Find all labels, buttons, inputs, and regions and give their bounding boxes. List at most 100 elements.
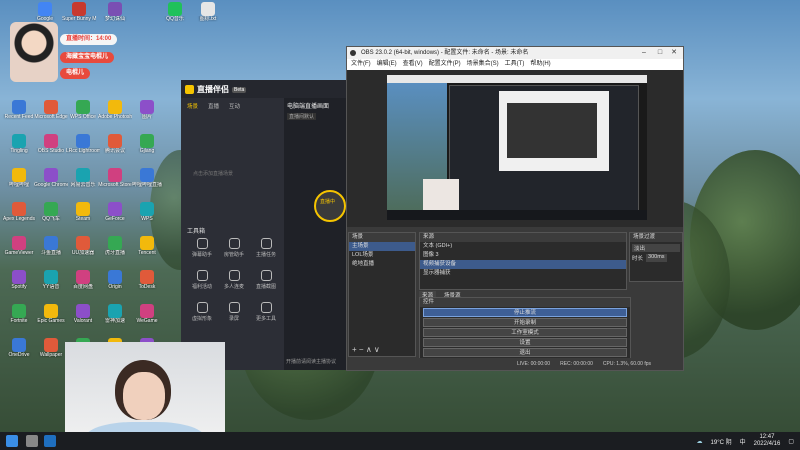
app-icon <box>76 134 90 148</box>
minimize-icon[interactable]: – <box>637 47 651 59</box>
desktop-icon[interactable]: WPS Office <box>68 100 98 130</box>
duration-input[interactable]: 300ms <box>646 254 667 262</box>
add-icon[interactable]: + <box>352 345 357 354</box>
scene-item[interactable]: 主场景 <box>349 242 415 251</box>
desktop-icon[interactable]: Microsoft Store <box>98 168 132 198</box>
desktop-icon[interactable]: Apex Legends <box>3 202 35 232</box>
desktop-icon[interactable]: 虎牙直播 <box>100 236 130 266</box>
tool-icon <box>196 238 208 249</box>
desktop-icon[interactable]: GeForce <box>100 202 130 232</box>
desktop-icon[interactable]: Recent Feed <box>4 100 34 130</box>
zhibo-app-window: 直播伴侣 Beta 场景 直播 互动 点击添加直播场景 工具箱 弹幕助手 房管助手… <box>181 80 346 370</box>
transition-select[interactable]: 淡出 <box>632 244 680 252</box>
tab-scene[interactable]: 场景 <box>187 102 198 110</box>
desktop-icon[interactable]: OneDrive <box>4 338 34 368</box>
scene-item[interactable]: 绝地直播 <box>349 260 415 269</box>
studio-mode-button[interactable]: 工作室模式 <box>423 328 627 337</box>
clock[interactable]: 12:47 2022/4/16 <box>754 434 781 448</box>
desktop-icon[interactable]: 雷神加速 <box>100 304 130 334</box>
desktop-icon[interactable]: 哔哩哔哩 <box>4 168 34 198</box>
desktop-shortcut[interactable]: Super Bunny Man <box>62 2 96 32</box>
desktop-icon[interactable]: 腾讯会议 <box>100 134 130 164</box>
menu-tools[interactable]: 工具(T) <box>505 59 525 70</box>
desktop-icon[interactable]: WeGame <box>132 304 162 334</box>
source-item[interactable]: 文本 (GDI+) <box>420 242 626 251</box>
tool-button[interactable]: 主播任务 <box>251 238 281 258</box>
desktop-icon[interactable]: Adobe Photoshop <box>98 100 132 130</box>
app-icon <box>44 338 58 352</box>
up-icon[interactable]: ∧ <box>366 345 372 354</box>
weather-text[interactable]: 19°C 阴 <box>711 437 732 446</box>
music-icon <box>168 2 182 16</box>
maximize-icon[interactable]: □ <box>653 47 667 59</box>
desktop-icon[interactable]: OBS Studio <box>36 134 66 164</box>
source-item[interactable]: 视频捕获设备 <box>420 260 626 269</box>
clock-date: 2022/4/16 <box>753 441 781 447</box>
desktop-icon[interactable]: Tencent <box>132 236 162 266</box>
desktop-shortcut[interactable]: 梦幻诛仙 <box>100 2 130 32</box>
tool-button[interactable]: 虚拟形象 <box>187 302 217 322</box>
tool-button[interactable]: 弹幕助手 <box>187 238 217 258</box>
zhibo-right-panel: 电脑端直播画面 直播间默认 直播中 <box>284 98 346 370</box>
down-icon[interactable]: ∨ <box>374 345 380 354</box>
windows-start-icon[interactable] <box>6 435 18 447</box>
menu-help[interactable]: 帮助(H) <box>530 59 550 70</box>
source-item[interactable]: 显示器捕获 <box>420 269 626 278</box>
tab-live[interactable]: 直播 <box>208 102 219 110</box>
desktop-icon[interactable]: Google Chrome <box>34 168 68 198</box>
close-icon[interactable]: ✕ <box>667 47 681 59</box>
desktop-icon[interactable]: UU加速器 <box>68 236 98 266</box>
desktop-icon[interactable]: 斗鱼直播 <box>36 236 66 266</box>
steam-icon[interactable] <box>44 435 56 447</box>
desktop-icon[interactable]: QQ飞车 <box>36 202 66 232</box>
menu-edit[interactable]: 编辑(E) <box>377 59 397 70</box>
desktop-icon[interactable]: Spotify <box>4 270 34 300</box>
tool-button[interactable]: 更多工具 <box>251 302 281 322</box>
system-tray: ☁ 19°C 阴 中 12:47 2022/4/16 ▢ <box>697 432 794 450</box>
desktop-icon[interactable]: ToDesk <box>132 270 162 300</box>
desktop-icon[interactable]: 哔哩哔哩直播 <box>132 168 162 198</box>
notification-icon[interactable]: ▢ <box>788 438 794 445</box>
desktop-icon[interactable]: Valorant <box>68 304 98 334</box>
desktop-icon[interactable]: Epic Games <box>36 304 66 334</box>
source-item[interactable]: 图像 3 <box>420 251 626 260</box>
desktop-icon[interactable]: Microsoft Edge <box>34 100 68 130</box>
desktop-icon[interactable]: 图片 <box>132 100 162 130</box>
tab-interact[interactable]: 互动 <box>229 102 240 110</box>
exit-button[interactable]: 退出 <box>423 348 627 357</box>
go-live-circle[interactable] <box>314 190 346 222</box>
search-icon[interactable] <box>26 435 38 447</box>
scene-item[interactable]: LOL场景 <box>349 251 415 260</box>
settings-button[interactable]: 设置 <box>423 338 627 347</box>
tool-icon <box>228 302 240 313</box>
tool-button[interactable]: 直播截图 <box>251 270 281 290</box>
remove-icon[interactable]: − <box>359 345 364 354</box>
ime-indicator[interactable]: 中 <box>740 437 746 446</box>
desktop-icon[interactable]: GameViewer <box>4 236 34 266</box>
desktop-icon[interactable]: WPS <box>132 202 162 232</box>
start-recording-button[interactable]: 开始录制 <box>423 318 627 327</box>
tool-button[interactable]: 录屏 <box>219 302 249 322</box>
desktop-icon[interactable]: Steam <box>68 202 98 232</box>
desktop-icon[interactable]: LRcc Lightroom <box>66 134 100 164</box>
tool-button[interactable]: 房管助手 <box>219 238 249 258</box>
obs-preview-canvas[interactable] <box>387 75 647 220</box>
desktop-icon[interactable]: YY语音 <box>36 270 66 300</box>
desktop-icon[interactable]: 网易云音乐 <box>68 168 98 198</box>
tool-button[interactable]: 福利活动 <box>187 270 217 290</box>
menu-scene-collection[interactable]: 场景集合(S) <box>467 59 499 70</box>
desktop-icon[interactable]: 百度网盘 <box>68 270 98 300</box>
desktop-icon[interactable]: Origin <box>100 270 130 300</box>
desktop-icon-label: 腾讯会议 <box>104 148 125 154</box>
tool-button[interactable]: 多人连麦 <box>219 270 249 290</box>
stop-streaming-button[interactable]: 停止推流 <box>423 308 627 317</box>
menu-file[interactable]: 文件(F) <box>351 59 371 70</box>
desktop-icon[interactable]: Tingling <box>4 134 34 164</box>
menu-view[interactable]: 查看(V) <box>403 59 423 70</box>
desktop-shortcut[interactable]: QQ音乐 <box>160 2 190 32</box>
menu-profile[interactable]: 配置文件(P) <box>429 59 461 70</box>
desktop-icon[interactable]: Wallpaper <box>36 338 66 368</box>
desktop-icon[interactable]: Fortnite <box>4 304 34 334</box>
desktop-icon[interactable]: Gjlang <box>132 134 162 164</box>
desktop-shortcut[interactable]: 图标.txt <box>193 2 223 32</box>
